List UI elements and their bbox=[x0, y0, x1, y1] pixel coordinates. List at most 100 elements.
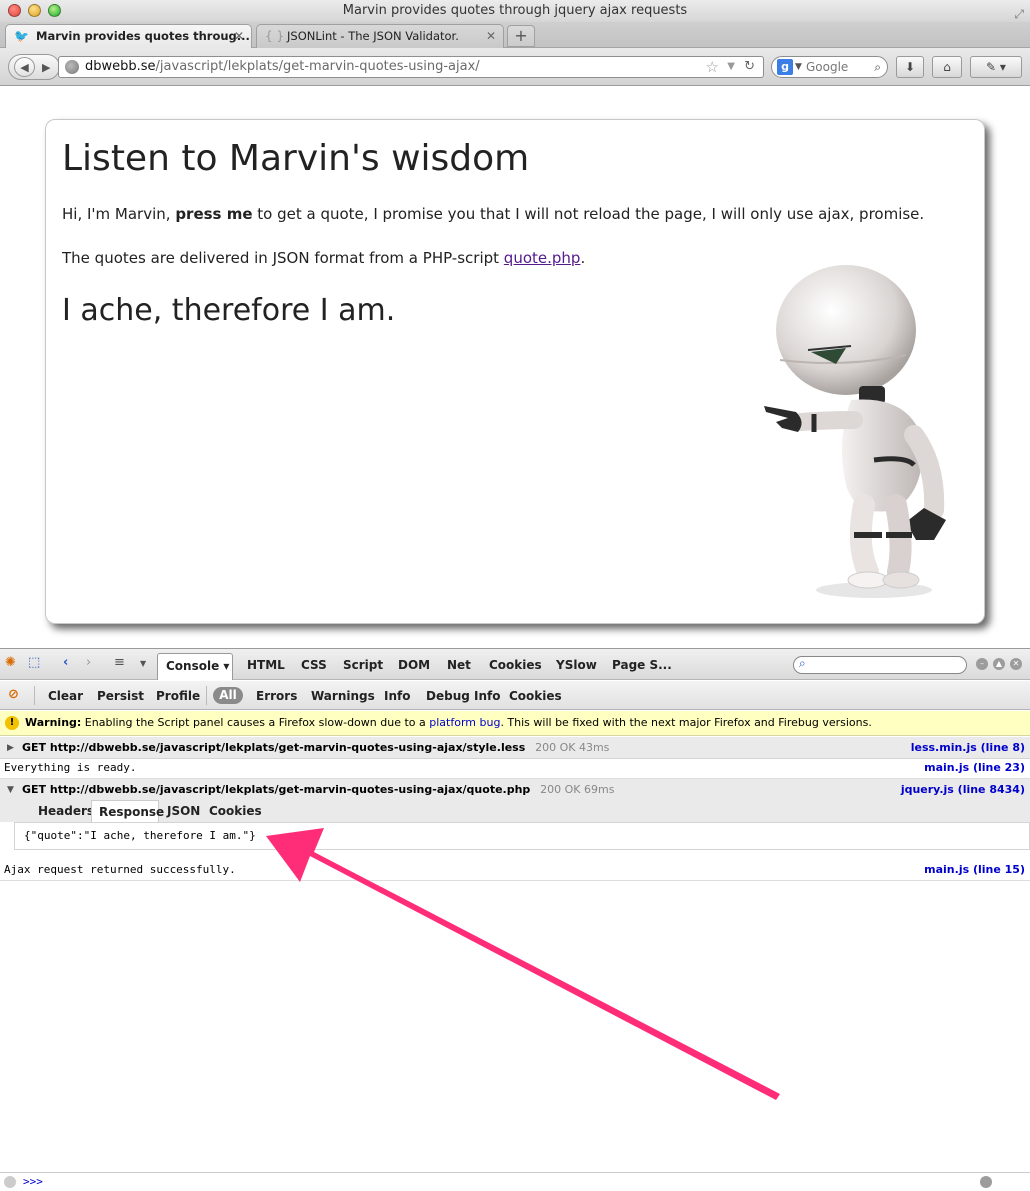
minimize-firebug-icon[interactable]: – bbox=[976, 658, 988, 670]
response-tab-bar: Headers Response JSON Cookies bbox=[0, 800, 1030, 822]
press-me-trigger[interactable]: press me bbox=[175, 205, 252, 223]
filter-errors[interactable]: Errors bbox=[256, 689, 297, 703]
format-after: . bbox=[580, 249, 586, 267]
hummingbird-favicon-icon: 🐦 bbox=[14, 29, 29, 43]
download-arrow-icon: ⬇ bbox=[904, 60, 916, 74]
firebug-search-input[interactable]: ⌕ bbox=[793, 656, 967, 674]
warning-text-before: Enabling the Script panel causes a Firef… bbox=[81, 716, 430, 729]
warning-icon: ! bbox=[5, 716, 19, 730]
log-message: Everything is ready. bbox=[4, 761, 137, 774]
tab-headers[interactable]: Headers bbox=[38, 804, 94, 818]
command-line-input[interactable]: >>> bbox=[0, 1172, 1030, 1191]
request-url: http://dbwebb.se/javascript/lekplats/get… bbox=[49, 741, 526, 754]
window-title: Marvin provides quotes through jquery aj… bbox=[342, 3, 688, 18]
search-icon: ⌕ bbox=[799, 656, 806, 670]
tab-json[interactable]: JSON bbox=[167, 804, 200, 818]
inspect-element-icon[interactable]: ⬚ bbox=[28, 655, 40, 670]
quote-php-link[interactable]: quote.php bbox=[504, 249, 581, 267]
collapse-triangle-icon[interactable]: ▼ bbox=[7, 779, 14, 801]
profile-button[interactable]: Profile bbox=[156, 689, 200, 703]
tab-yslow[interactable]: YSlow bbox=[556, 658, 597, 672]
tab-response-cookies[interactable]: Cookies bbox=[209, 804, 262, 818]
filter-cookies[interactable]: Cookies bbox=[509, 689, 562, 703]
persist-button[interactable]: Persist bbox=[97, 689, 144, 703]
source-link[interactable]: main.js (line 15) bbox=[924, 859, 1025, 881]
tab-response[interactable]: Response bbox=[91, 800, 164, 822]
console-filter-bar: ⊘ Clear Persist Profile All Errors Warni… bbox=[0, 681, 1030, 710]
home-button[interactable]: ⌂ bbox=[932, 56, 962, 78]
console-request-row[interactable]: ▼ GET http://dbwebb.se/javascript/lekpla… bbox=[0, 779, 1030, 801]
filter-info[interactable]: Info bbox=[384, 689, 410, 703]
bookmark-star-icon[interactable]: ☆ bbox=[706, 57, 719, 77]
tab-jsonlint[interactable]: { } JSONLint - The JSON Validator. ✕ bbox=[256, 24, 504, 48]
search-icon[interactable]: ⌕ bbox=[874, 57, 881, 77]
intro-text: Hi, I'm Marvin, press me to get a quote,… bbox=[62, 205, 924, 223]
expand-command-editor-icon[interactable] bbox=[980, 1176, 992, 1188]
panel-menu-icon[interactable]: ≡ bbox=[114, 655, 125, 670]
tab-cookies[interactable]: Cookies bbox=[489, 658, 542, 672]
platform-bug-link[interactable]: platform bug bbox=[429, 716, 500, 729]
back-arrow-icon[interactable]: ◀ bbox=[14, 57, 35, 77]
request-status: 200 OK 69ms bbox=[540, 783, 615, 796]
tab-strip: 🐦 Marvin provides quotes throug... ✕ { }… bbox=[0, 22, 1030, 48]
marvin-robot-image[interactable] bbox=[756, 260, 966, 605]
request-url: http://dbwebb.se/javascript/lekplats/get… bbox=[49, 783, 531, 796]
nav-forward-icon[interactable]: › bbox=[86, 655, 91, 670]
clear-button[interactable]: Clear bbox=[48, 689, 83, 703]
request-method: GET bbox=[22, 741, 47, 754]
format-text: The quotes are delivered in JSON format … bbox=[62, 249, 585, 267]
nav-back-icon[interactable]: ‹ bbox=[63, 655, 68, 670]
tab-label: Marvin provides quotes throug... bbox=[36, 29, 250, 43]
search-placeholder: Google bbox=[806, 60, 849, 74]
url-bar[interactable]: dbwebb.se/javascript/lekplats/get-marvin… bbox=[58, 56, 764, 78]
tab-console[interactable]: Console ▾ bbox=[157, 653, 233, 680]
source-link[interactable]: less.min.js (line 8) bbox=[911, 737, 1025, 759]
zoom-window-icon[interactable] bbox=[48, 4, 61, 17]
intro-after: to get a quote, I promise you that I wil… bbox=[252, 205, 925, 223]
response-body: {"quote":"I ache, therefore I am."} bbox=[14, 822, 1030, 850]
firebug-tool-button[interactable]: ✎ ▾ bbox=[970, 56, 1022, 78]
tab-script[interactable]: Script bbox=[343, 658, 383, 672]
page-heading: Listen to Marvin's wisdom bbox=[62, 138, 530, 179]
command-editor-icon[interactable] bbox=[4, 1176, 16, 1188]
filter-debug-info[interactable]: Debug Info bbox=[426, 689, 500, 703]
panel-dropdown-icon[interactable]: ▼ bbox=[140, 659, 146, 668]
source-link[interactable]: main.js (line 23) bbox=[924, 757, 1025, 779]
globe-icon bbox=[65, 60, 79, 74]
tab-page-speed[interactable]: Page S... bbox=[612, 658, 672, 672]
firebug-bug-icon[interactable]: ✺ bbox=[5, 655, 16, 670]
script-panel-warning: ! Warning: Enabling the Script panel cau… bbox=[0, 711, 1030, 736]
break-on-error-icon[interactable]: ⊘ bbox=[8, 687, 19, 702]
tab-html[interactable]: HTML bbox=[247, 658, 285, 672]
url-path: /javascript/lekplats/get-marvin-quotes-u… bbox=[155, 59, 480, 74]
tab-marvin[interactable]: 🐦 Marvin provides quotes throug... ✕ bbox=[5, 24, 252, 48]
tab-console-label: Console bbox=[166, 659, 220, 673]
search-bar[interactable]: g ▼ Google ⌕ bbox=[771, 56, 888, 78]
new-tab-button[interactable]: + bbox=[507, 25, 535, 47]
tab-net[interactable]: Net bbox=[447, 658, 471, 672]
close-tab-icon[interactable]: ✕ bbox=[234, 25, 244, 47]
downloads-button[interactable]: ⬇ bbox=[896, 56, 924, 78]
source-link[interactable]: jquery.js (line 8434) bbox=[901, 779, 1025, 801]
filter-warnings[interactable]: Warnings bbox=[311, 689, 375, 703]
close-firebug-icon[interactable]: ✕ bbox=[1010, 658, 1022, 670]
tab-dom[interactable]: DOM bbox=[398, 658, 430, 672]
reload-icon[interactable]: ↻ bbox=[744, 57, 755, 77]
firebug-toolbar: ✺ ⬚ ‹ › ≡ ▼ Console ▾ HTML CSS Script DO… bbox=[0, 648, 1030, 680]
expand-triangle-icon[interactable]: ▶ bbox=[7, 737, 14, 759]
forward-arrow-icon[interactable]: ▶ bbox=[42, 58, 50, 77]
google-icon[interactable]: g bbox=[777, 59, 793, 75]
dropper-icon: ✎ ▾ bbox=[986, 60, 1006, 74]
tab-label: JSONLint - The JSON Validator. bbox=[287, 29, 459, 43]
close-tab-icon[interactable]: ✕ bbox=[486, 25, 496, 47]
request-status: 200 OK 43ms bbox=[535, 741, 610, 754]
detach-firebug-icon[interactable]: ▲ bbox=[993, 658, 1005, 670]
console-request-row[interactable]: ▶ GET http://dbwebb.se/javascript/lekpla… bbox=[0, 737, 1030, 759]
history-dropdown-icon[interactable]: ▼ bbox=[727, 57, 735, 77]
close-window-icon[interactable] bbox=[8, 4, 21, 17]
request-method: GET bbox=[22, 783, 47, 796]
search-engine-dropdown-icon[interactable]: ▼ bbox=[795, 57, 802, 77]
tab-css[interactable]: CSS bbox=[301, 658, 327, 672]
filter-all[interactable]: All bbox=[213, 687, 243, 704]
minimize-window-icon[interactable] bbox=[28, 4, 41, 17]
